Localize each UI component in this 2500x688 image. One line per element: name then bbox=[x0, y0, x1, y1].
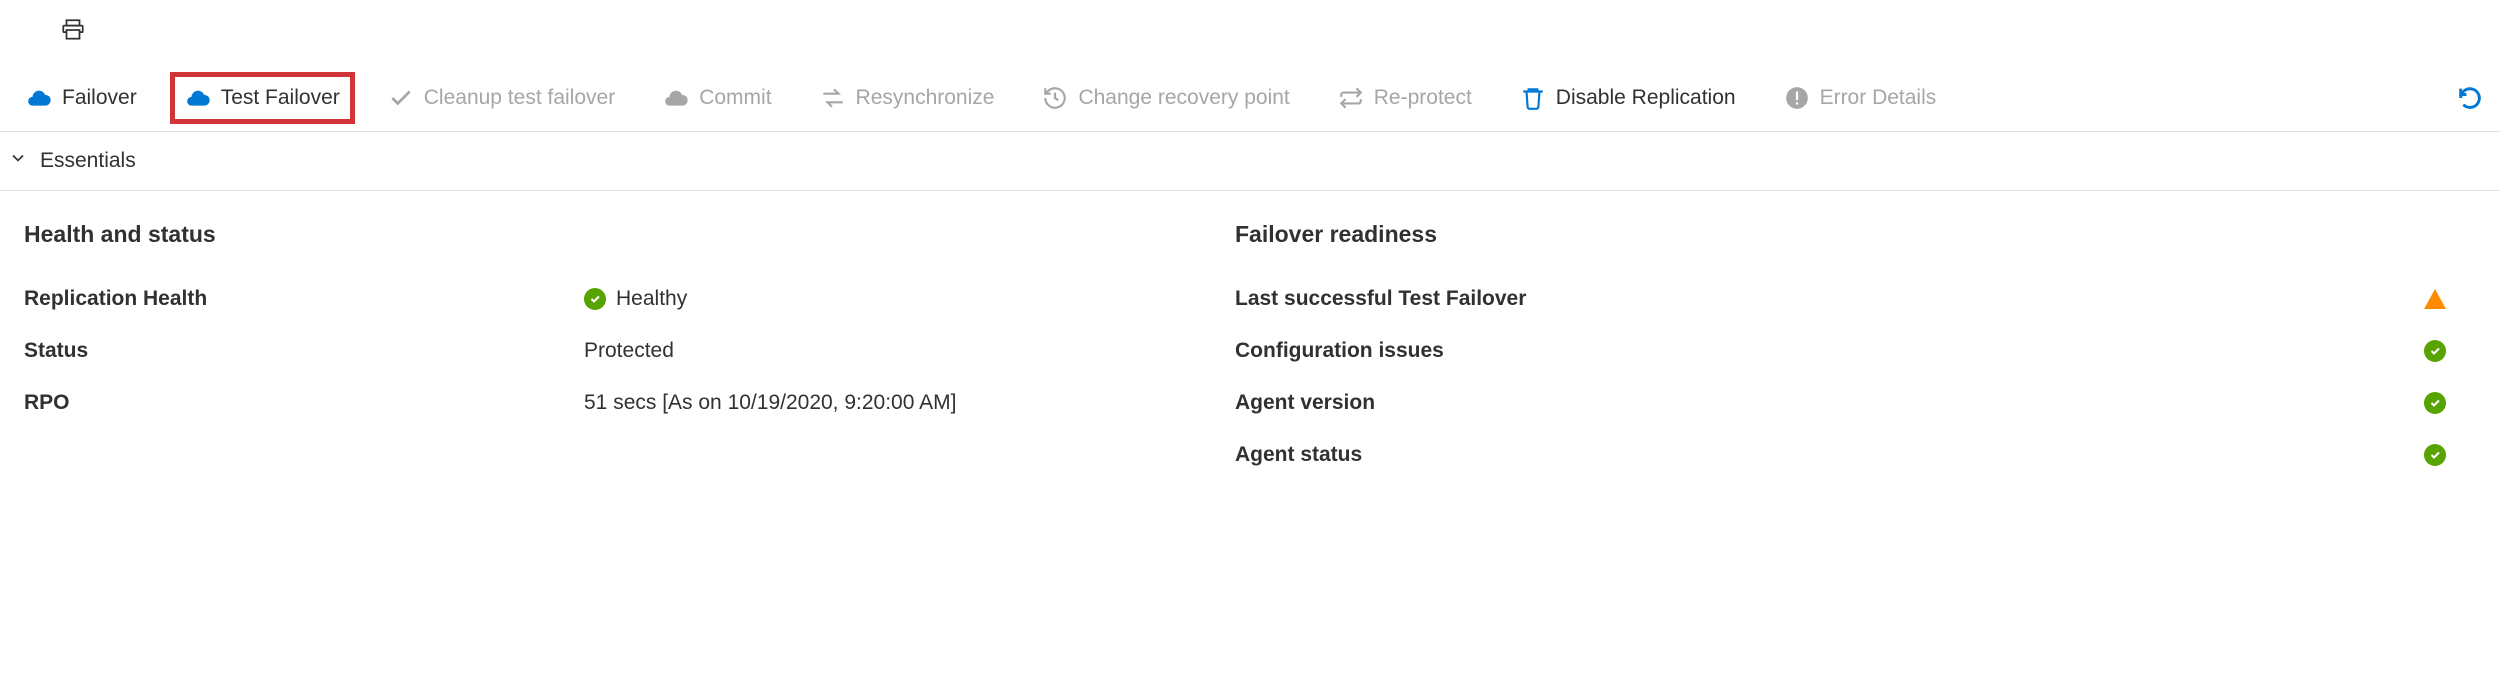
healthy-status-icon bbox=[584, 288, 606, 310]
change-recovery-point-button: Change recovery point bbox=[1032, 77, 1299, 119]
content-area: Health and status Replication Health Hea… bbox=[0, 191, 2500, 516]
resynchronize-button: Resynchronize bbox=[810, 77, 1005, 119]
status-row: Status Protected bbox=[24, 336, 1235, 366]
failover-button[interactable]: Failover bbox=[16, 77, 147, 119]
failover-label: Failover bbox=[62, 86, 137, 110]
commit-icon bbox=[663, 85, 689, 111]
agent-status-row: Agent status bbox=[1235, 440, 2446, 470]
agent-version-row: Agent version bbox=[1235, 388, 2446, 418]
error-icon bbox=[1784, 85, 1810, 111]
agent-version-label: Agent version bbox=[1235, 391, 1375, 415]
replication-health-text: Healthy bbox=[616, 287, 687, 311]
test-failover-label: Test Failover bbox=[221, 86, 340, 110]
reprotect-label: Re-protect bbox=[1374, 86, 1472, 110]
error-details-label: Error Details bbox=[1820, 86, 1937, 110]
reprotect-button: Re-protect bbox=[1328, 77, 1482, 119]
configuration-issues-label: Configuration issues bbox=[1235, 339, 1444, 363]
top-bar bbox=[0, 0, 2500, 65]
error-details-button: Error Details bbox=[1774, 77, 1947, 119]
change-recovery-point-label: Change recovery point bbox=[1078, 86, 1289, 110]
chevron-down-icon bbox=[8, 148, 28, 174]
status-label: Status bbox=[24, 339, 584, 363]
warning-status-icon bbox=[2424, 289, 2446, 309]
cleanup-button: Cleanup test failover bbox=[378, 77, 625, 119]
essentials-label: Essentials bbox=[40, 149, 136, 173]
resync-icon bbox=[820, 85, 846, 111]
refresh-icon[interactable] bbox=[2456, 84, 2484, 112]
action-toolbar: Failover Test Failover Cleanup test fail… bbox=[0, 65, 2500, 132]
rpo-value: 51 secs [As on 10/19/2020, 9:20:00 AM] bbox=[584, 391, 956, 415]
replication-health-row: Replication Health Healthy bbox=[24, 284, 1235, 314]
status-value: Protected bbox=[584, 339, 674, 363]
test-failover-icon bbox=[185, 85, 211, 111]
print-icon[interactable] bbox=[60, 17, 86, 49]
failover-readiness-title: Failover readiness bbox=[1235, 221, 2446, 248]
rpo-label: RPO bbox=[24, 391, 584, 415]
ok-status-icon bbox=[2424, 340, 2446, 362]
disable-replication-button[interactable]: Disable Replication bbox=[1510, 77, 1746, 119]
commit-label: Commit bbox=[699, 86, 771, 110]
trash-icon bbox=[1520, 85, 1546, 111]
health-status-title: Health and status bbox=[24, 221, 1235, 248]
resynchronize-label: Resynchronize bbox=[856, 86, 995, 110]
replication-health-label: Replication Health bbox=[24, 287, 584, 311]
reprotect-icon bbox=[1338, 85, 1364, 111]
configuration-issues-row: Configuration issues bbox=[1235, 336, 2446, 366]
rpo-row: RPO 51 secs [As on 10/19/2020, 9:20:00 A… bbox=[24, 388, 1235, 418]
cleanup-label: Cleanup test failover bbox=[424, 86, 615, 110]
ok-status-icon bbox=[2424, 444, 2446, 466]
failover-icon bbox=[26, 85, 52, 111]
commit-button: Commit bbox=[653, 77, 781, 119]
checkmark-icon bbox=[388, 85, 414, 111]
test-failover-button[interactable]: Test Failover bbox=[175, 77, 350, 119]
essentials-toggle[interactable]: Essentials bbox=[0, 132, 2500, 191]
agent-status-label: Agent status bbox=[1235, 443, 1362, 467]
ok-status-icon bbox=[2424, 392, 2446, 414]
disable-replication-label: Disable Replication bbox=[1556, 86, 1736, 110]
health-status-panel: Health and status Replication Health Hea… bbox=[24, 221, 1235, 492]
replication-health-value: Healthy bbox=[584, 287, 687, 311]
last-test-failover-label: Last successful Test Failover bbox=[1235, 287, 1526, 311]
last-test-failover-row: Last successful Test Failover bbox=[1235, 284, 2446, 314]
failover-readiness-panel: Failover readiness Last successful Test … bbox=[1235, 221, 2476, 492]
history-icon bbox=[1042, 85, 1068, 111]
